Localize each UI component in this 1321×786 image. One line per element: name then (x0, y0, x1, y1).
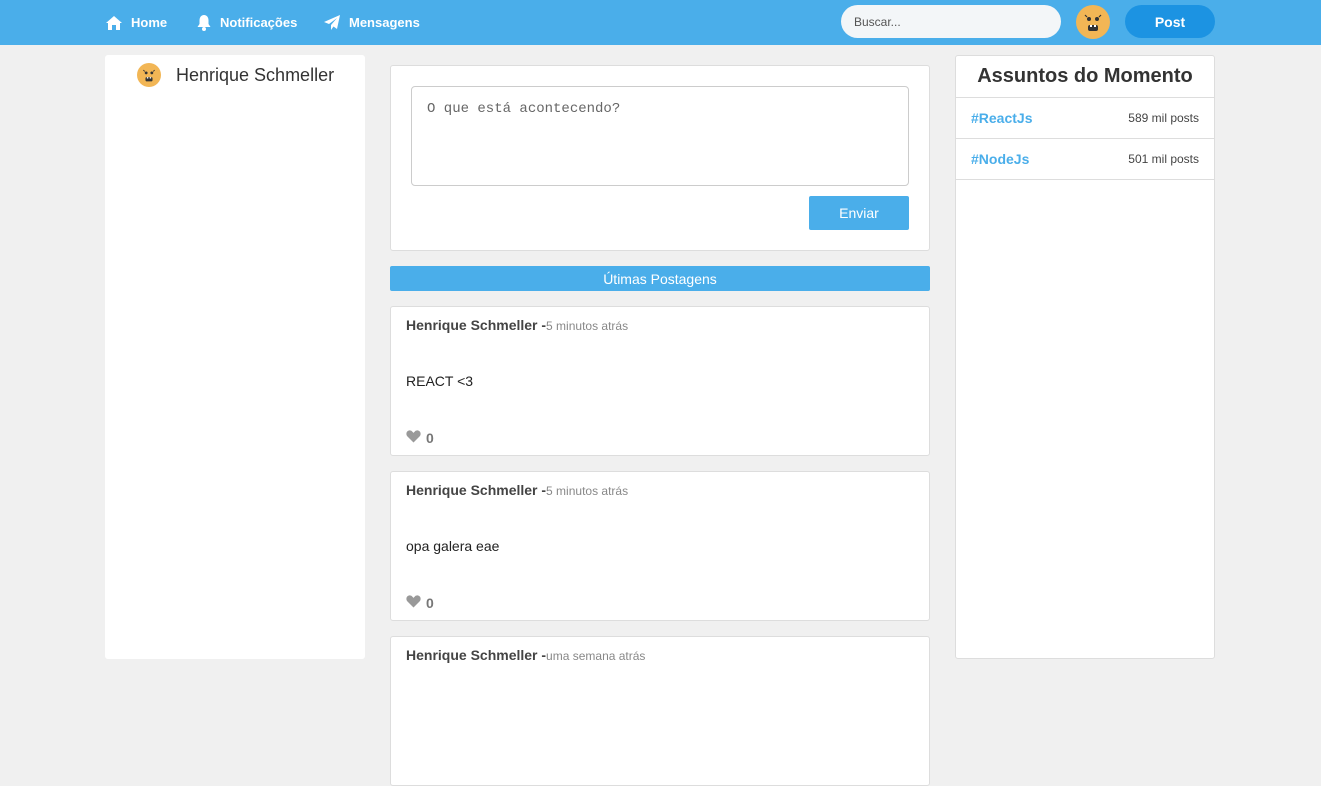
post-header: Henrique Schmeller -5 minutos atrás (406, 317, 628, 335)
trend-count: 501 mil posts (1128, 152, 1199, 166)
feed-section-title: Útimas Postagens (390, 266, 930, 291)
like-count: 0 (426, 595, 434, 611)
post-header: Henrique Schmeller -uma semana atrás (406, 647, 645, 665)
heart-icon (406, 430, 421, 446)
post-author[interactable]: Henrique Schmeller - (406, 317, 546, 333)
trends-title: Assuntos do Momento (956, 56, 1214, 98)
send-button[interactable]: Enviar (809, 196, 909, 230)
trend-item[interactable]: #NodeJs 501 mil posts (956, 139, 1214, 180)
profile-panel: Henrique Schmeller (105, 55, 365, 659)
avatar[interactable] (1076, 5, 1110, 39)
nav-home[interactable]: Home (105, 0, 167, 45)
like-button[interactable]: 0 (406, 430, 434, 446)
trend-tag[interactable]: #NodeJs (971, 151, 1029, 167)
post-header: Henrique Schmeller -5 minutos atrás (406, 482, 628, 500)
nav-home-label: Home (131, 15, 168, 30)
nav-messages-label: Mensagens (349, 15, 420, 30)
trend-tag[interactable]: #ReactJs (971, 110, 1033, 126)
nav-notifications-label: Notificações (220, 15, 298, 30)
post-author[interactable]: Henrique Schmeller - (406, 647, 546, 663)
nav-notifications[interactable]: Notificações (196, 0, 297, 45)
paper-plane-icon (323, 14, 341, 31)
post-card: Henrique Schmeller -5 minutos atrás REAC… (390, 306, 930, 456)
trend-count: 589 mil posts (1128, 111, 1199, 125)
nav-messages[interactable]: Mensagens (323, 0, 420, 45)
bell-icon (196, 14, 212, 31)
post-time: 5 minutos atrás (546, 484, 629, 498)
profile-name[interactable]: Henrique Schmeller (176, 65, 334, 86)
post-body: REACT <3 (406, 373, 474, 389)
top-navbar: Home Notificações Mensagens Post (0, 0, 1321, 45)
profile-avatar[interactable] (137, 63, 161, 87)
post-composer: Enviar (390, 65, 930, 251)
like-button[interactable]: 0 (406, 595, 434, 611)
post-time: 5 minutos atrás (546, 319, 629, 333)
post-time: uma semana atrás (546, 649, 646, 663)
post-body: opa galera eae (406, 538, 500, 554)
post-card: Henrique Schmeller -5 minutos atrás opa … (390, 471, 930, 621)
post-author[interactable]: Henrique Schmeller - (406, 482, 546, 498)
trends-panel: Assuntos do Momento #ReactJs 589 mil pos… (955, 55, 1215, 659)
post-textarea[interactable] (411, 86, 909, 186)
post-button[interactable]: Post (1125, 5, 1215, 38)
trend-item[interactable]: #ReactJs 589 mil posts (956, 98, 1214, 139)
heart-icon (406, 595, 421, 611)
post-card: Henrique Schmeller -uma semana atrás (390, 636, 930, 786)
search-input[interactable] (841, 5, 1061, 38)
like-count: 0 (426, 430, 434, 446)
home-icon (105, 15, 123, 31)
